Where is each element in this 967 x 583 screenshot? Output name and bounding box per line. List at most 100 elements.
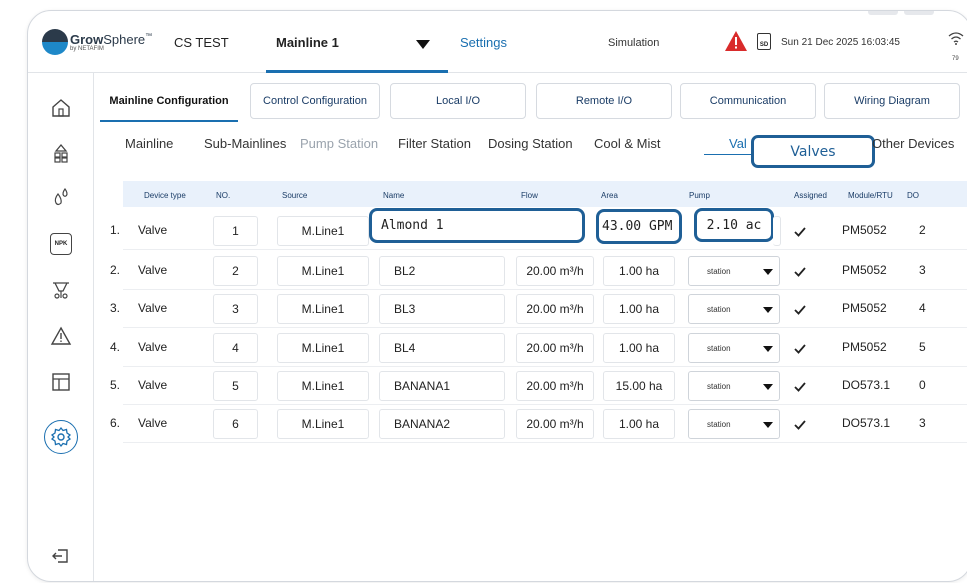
module-rtu-cell: PM5052 bbox=[842, 263, 887, 277]
valve-number-field[interactable]: 5 bbox=[213, 371, 258, 401]
chevron-down-icon bbox=[763, 384, 773, 390]
row-divider bbox=[123, 249, 967, 250]
name-field[interactable]: BL2 bbox=[379, 256, 505, 286]
valves-tab-overlay[interactable]: Valves bbox=[751, 135, 875, 168]
valve-number-field[interactable]: 6 bbox=[213, 409, 258, 439]
module-rtu-cell: DO573.1 bbox=[842, 378, 891, 392]
row-divider bbox=[123, 289, 967, 290]
valve-number-field[interactable]: 1 bbox=[213, 216, 258, 246]
do-cell: 3 bbox=[919, 263, 926, 277]
subtab-mainline[interactable]: Mainline bbox=[125, 136, 173, 151]
name-field[interactable]: BL4 bbox=[379, 333, 505, 363]
sd-card-label: SD bbox=[759, 42, 769, 48]
subtab-valves[interactable]: Val bbox=[729, 136, 747, 151]
row-index: 4. bbox=[110, 340, 121, 354]
layout-icon[interactable] bbox=[50, 371, 72, 393]
pump-select[interactable]: station bbox=[688, 256, 780, 286]
mainline-dropdown[interactable]: Mainline 1 bbox=[266, 27, 448, 73]
col-pump: Pump bbox=[689, 191, 710, 200]
pump-select[interactable]: station bbox=[688, 333, 780, 363]
do-cell: 0 bbox=[919, 378, 926, 392]
source-field[interactable]: M.Line1 bbox=[277, 333, 369, 363]
globe-logo-icon bbox=[42, 29, 68, 55]
tab-control-configuration[interactable]: Control Configuration bbox=[250, 83, 380, 119]
simulation-link[interactable]: Simulation bbox=[608, 37, 659, 49]
tab-communication[interactable]: Communication bbox=[680, 83, 816, 119]
app-window: GrowSphere™ by NETAFIM CS TEST Mainline … bbox=[27, 10, 967, 582]
npk-label: NPK bbox=[54, 241, 68, 247]
area-field[interactable]: 15.00 ha bbox=[603, 371, 675, 401]
chevron-down-icon bbox=[416, 40, 430, 49]
source-field[interactable]: M.Line1 bbox=[277, 294, 369, 324]
tab-mainline-configuration[interactable]: Mainline Configuration bbox=[98, 83, 240, 122]
logout-icon[interactable] bbox=[50, 545, 72, 567]
area-field-highlighted[interactable]: 43.00 GPM bbox=[596, 209, 682, 244]
subtab-sub-mainlines[interactable]: Sub-Mainlines bbox=[204, 136, 286, 151]
do-cell: 4 bbox=[919, 301, 926, 315]
source-field[interactable]: M.Line1 bbox=[277, 256, 369, 286]
area-field[interactable]: 1.00 ha bbox=[603, 333, 675, 363]
name-field[interactable]: BANANA1 bbox=[379, 371, 505, 401]
pump-field-highlighted[interactable]: 2.10 ac bbox=[694, 208, 774, 242]
source-field[interactable]: M.Line1 bbox=[277, 371, 369, 401]
subtab-other-devices[interactable]: Other Devices bbox=[872, 136, 954, 151]
source-field[interactable]: M.Line1 bbox=[277, 216, 369, 246]
col-flow: Flow bbox=[521, 191, 538, 200]
top-bar: GrowSphere™ by NETAFIM CS TEST Mainline … bbox=[28, 11, 967, 73]
flow-field[interactable]: 20.00 m³/h bbox=[516, 294, 594, 324]
name-field-highlighted[interactable]: Almond 1 bbox=[369, 208, 585, 243]
row-divider bbox=[123, 442, 967, 443]
settings-nav-button[interactable] bbox=[44, 420, 78, 454]
col-device-type: Device type bbox=[144, 191, 186, 200]
col-name: Name bbox=[383, 191, 405, 200]
subtab-dosing-station[interactable]: Dosing Station bbox=[488, 136, 573, 151]
filter-icon[interactable] bbox=[50, 279, 72, 301]
name-field[interactable]: BANANA2 bbox=[379, 409, 505, 439]
alarm-warning-icon[interactable] bbox=[725, 31, 747, 51]
flow-field[interactable]: 20.00 m³/h bbox=[516, 333, 594, 363]
col-source: Source bbox=[282, 191, 308, 200]
chevron-down-icon bbox=[763, 307, 773, 313]
subtab-filter-station[interactable]: Filter Station bbox=[398, 136, 471, 151]
valve-number-field[interactable]: 3 bbox=[213, 294, 258, 324]
valve-number-field[interactable]: 4 bbox=[213, 333, 258, 363]
flow-field[interactable]: 20.00 m³/h bbox=[516, 371, 594, 401]
sd-card-icon[interactable]: SD bbox=[757, 33, 771, 50]
pump-select-label: station bbox=[707, 420, 731, 429]
home-icon[interactable] bbox=[50, 97, 72, 119]
valve-number-field[interactable]: 2 bbox=[213, 256, 258, 286]
pump-select-label: station bbox=[707, 267, 731, 276]
farm-name[interactable]: CS TEST bbox=[174, 35, 229, 50]
area-field[interactable]: 1.00 ha bbox=[603, 409, 675, 439]
source-field[interactable]: M.Line1 bbox=[277, 409, 369, 439]
warning-icon[interactable] bbox=[50, 325, 72, 347]
device-type-cell: Valve bbox=[138, 378, 168, 392]
pump-select[interactable]: station bbox=[688, 409, 780, 439]
pump-select[interactable]: station bbox=[688, 371, 780, 401]
tab-remote-io[interactable]: Remote I/O bbox=[536, 83, 672, 119]
module-rtu-cell: PM5052 bbox=[842, 301, 887, 315]
module-rtu-cell: DO573.1 bbox=[842, 416, 891, 430]
col-module-rtu: Module/RTU bbox=[848, 191, 893, 200]
assigned-check-icon bbox=[794, 305, 806, 315]
area-field[interactable]: 1.00 ha bbox=[603, 294, 675, 324]
wifi-icon[interactable] bbox=[948, 31, 964, 45]
tab-wiring-diagram[interactable]: Wiring Diagram bbox=[824, 83, 960, 119]
do-cell: 5 bbox=[919, 340, 926, 354]
name-field[interactable]: BL3 bbox=[379, 294, 505, 324]
area-field[interactable]: 1.00 ha bbox=[603, 256, 675, 286]
pump-select[interactable]: station bbox=[688, 294, 780, 324]
pump-select-label: station bbox=[707, 344, 731, 353]
npk-icon[interactable]: NPK bbox=[50, 233, 72, 255]
flow-field[interactable]: 20.00 m³/h bbox=[516, 409, 594, 439]
irrigation-icon[interactable] bbox=[50, 141, 72, 163]
flow-field[interactable]: 20.00 m³/h bbox=[516, 256, 594, 286]
pump-field-edge bbox=[773, 216, 781, 246]
fertilizer-drops-icon[interactable] bbox=[50, 185, 72, 207]
tab-local-io[interactable]: Local I/O bbox=[390, 83, 526, 119]
growsphere-logo: GrowSphere™ by NETAFIM bbox=[42, 29, 152, 55]
subtab-cool-mist[interactable]: Cool & Mist bbox=[594, 136, 660, 151]
do-cell: 2 bbox=[919, 223, 926, 237]
device-type-cell: Valve bbox=[138, 223, 168, 237]
settings-link[interactable]: Settings bbox=[460, 35, 507, 50]
